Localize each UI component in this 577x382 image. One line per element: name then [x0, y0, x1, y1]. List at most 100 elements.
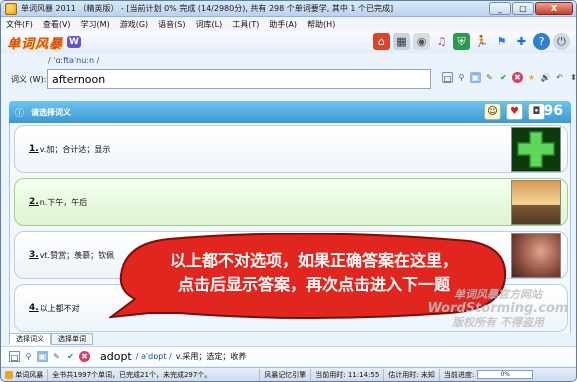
title-bar[interactable]: 单词风暴 2011 （精英版） - [当前计划 0% 完成 (14/2980分)…	[1, 1, 576, 17]
status-app-name: 单词风暴	[15, 370, 44, 379]
power-icon[interactable]: ⏻	[553, 33, 570, 50]
music-icon[interactable]: ♫	[433, 33, 450, 50]
option-text: v.加；合计达；显示	[39, 144, 111, 154]
current-definition: v.采用；选定；收养	[175, 352, 247, 361]
puzzle-icon[interactable]: ✚	[513, 33, 530, 50]
status-engine: 风暴记忆引擎	[260, 368, 312, 381]
menu-library[interactable]: 词库(L)	[191, 19, 228, 30]
menu-bar: 文件(F) 查看(V) 学习(M) 游戏(G) 语音(S) 词库(L) 工具(T…	[1, 18, 576, 31]
runner-icon[interactable]: 🏃	[473, 33, 490, 50]
current-word-bar: □ ⚲ ▣ ✎ ✔ ✖ adopt / əˈdɒpt / v.采用；选定；收养	[1, 346, 576, 366]
image-icon[interactable]: ▣	[470, 72, 481, 83]
option-text: n.下午，午后	[39, 197, 88, 207]
note-icon[interactable]: □	[442, 72, 453, 83]
shield-icon[interactable]: ⛨	[453, 33, 470, 50]
app-icon	[5, 370, 13, 379]
speaker-icon[interactable]: 🔊	[540, 72, 551, 83]
delete-icon[interactable]: ✖	[512, 72, 523, 83]
star-icon[interactable]: ★	[526, 72, 537, 83]
main-toolbar: ⌂ ▦ ◉ ♫ ⛨ 🏃 ⚑ ✚ ? ⏻	[373, 33, 570, 50]
check-icon[interactable]: ✔	[498, 72, 509, 83]
watermark-line-1: 单词风暴官方网站	[454, 288, 542, 301]
panel-title: 请选择词义	[31, 107, 71, 117]
search-icon[interactable]: ⚲	[23, 351, 34, 362]
edit-icon[interactable]: ✎	[484, 72, 495, 83]
status-bar: 单词风暴 全书共1997个单词，已完成21个，未完成297个。 风暴记忆引擎 当…	[1, 367, 576, 381]
flag-icon[interactable]: ⚑	[493, 33, 510, 50]
logo-badge: W	[67, 36, 82, 48]
check-icon[interactable]: ✔	[65, 351, 76, 362]
current-phonetic: / əˈdɒpt /	[135, 352, 172, 361]
question-panel-header: ⓘ 请选择词义 ☺ ♥ ◘ 96	[9, 101, 571, 123]
app-window: 单词风暴 2011 （精英版） - [当前计划 0% 完成 (14/2980分)…	[0, 0, 577, 382]
option-number: 3.	[29, 250, 39, 260]
edit-icon[interactable]: ✎	[51, 351, 62, 362]
watermark-line-2: WordStorming.com	[427, 301, 569, 316]
menu-view[interactable]: 查看(V)	[38, 19, 76, 30]
menu-assistant[interactable]: 助手(A)	[264, 19, 302, 30]
callout-line-1: 以上都不对选项，如果正确答案在这里，	[169, 251, 458, 270]
status-library: 全书共1997个单词，已完成21个，未完成297个。	[48, 368, 261, 381]
word-label: 词义 (W):	[11, 74, 47, 84]
estimate-value: 未知	[420, 370, 435, 379]
menu-file[interactable]: 文件(F)	[1, 19, 38, 30]
option-1[interactable]: 1. v.加；合计达；显示	[14, 125, 568, 173]
option-number: 1.	[29, 144, 39, 154]
option-image	[511, 127, 561, 172]
info-icon: ⓘ	[15, 109, 25, 119]
minimize-button[interactable]: _	[489, 2, 511, 15]
option-text: vt.赞赏；羡慕；钦佩	[39, 250, 115, 260]
word-input[interactable]	[47, 69, 431, 89]
help-icon[interactable]: ?	[533, 33, 550, 50]
menu-tools[interactable]: 工具(T)	[227, 19, 264, 30]
menu-voice[interactable]: 语音(S)	[153, 19, 190, 30]
brand-toolbar: 单词风暴 W ⌂ ▦ ◉ ♫ ⛨ 🏃 ⚑ ✚ ? ⏻	[1, 31, 576, 53]
image-icon[interactable]: ▣	[37, 351, 48, 362]
app-icon	[5, 2, 17, 15]
option-image	[511, 180, 561, 225]
status-estimate: 估计用时: 未知	[384, 368, 440, 381]
menu-game[interactable]: 游戏(G)	[115, 19, 153, 30]
mode-tabs: 选择词义 选择单词	[9, 333, 93, 345]
progress-label: 当前进度:	[443, 370, 475, 379]
option-number: 2.	[29, 197, 39, 207]
heart-icon[interactable]: ♥	[506, 103, 523, 120]
maximize-button[interactable]: □	[512, 2, 534, 15]
pin-icon[interactable]: ⬍	[568, 72, 576, 83]
menu-help[interactable]: 帮助(H)	[302, 19, 340, 30]
close-button[interactable]: X	[535, 2, 573, 15]
audio-icon[interactable]: ◘	[528, 103, 545, 120]
disc-icon[interactable]: ◉	[413, 33, 430, 50]
window-controls: _ □ X	[489, 2, 573, 15]
watermark-line-3: 版权所有 不得盗用	[452, 316, 544, 329]
watermark: 单词风暴官方网站 WordStorming.com 版权所有 不得盗用	[423, 288, 573, 330]
status-current-time: 当前用时: 11:14:55	[311, 368, 385, 381]
current-time-value: 11:14:55	[347, 370, 380, 379]
status-progress: 当前进度: 0%	[440, 369, 537, 381]
option-image	[511, 233, 561, 278]
word-phonetic: / ˈɑːftəˈnuːn /	[48, 56, 100, 65]
calendar-icon[interactable]: ▦	[393, 33, 410, 50]
current-time-label: 当前用时:	[315, 370, 346, 379]
note-icon[interactable]: □	[9, 351, 20, 362]
word-actions: □ ⚲ ▣ ✎ ✔ ✖ ★ 🔊 ↶ ⬍	[442, 72, 576, 83]
option-number: 4.	[29, 303, 39, 313]
window-title: 单词风暴 2011 （精英版） - [当前计划 0% 完成 (14/2980分)…	[21, 4, 394, 13]
tab-choose-meaning[interactable]: 选择词义	[9, 333, 51, 345]
score-counter: 96	[543, 103, 563, 119]
option-2[interactable]: 2. n.下午，午后	[14, 178, 568, 226]
home-icon[interactable]: ⌂	[373, 33, 390, 50]
estimate-label: 估计用时:	[388, 370, 419, 379]
search-icon[interactable]: ⚲	[456, 72, 467, 83]
menu-study[interactable]: 学习(M)	[76, 19, 115, 30]
current-word: adopt	[100, 350, 132, 363]
progress-bar: 0%	[477, 370, 534, 379]
delete-icon[interactable]: ✖	[79, 351, 90, 362]
status-app: 单词风暴	[1, 368, 49, 381]
tab-choose-word[interactable]: 选择单词	[51, 333, 93, 345]
app-logo: 单词风暴	[7, 36, 64, 52]
option-text: 以上都不对	[39, 303, 80, 313]
undo-icon[interactable]: ↶	[554, 72, 565, 83]
smile-icon[interactable]: ☺	[484, 103, 501, 120]
word-row: 词义 (W): □ ⚲ ▣ ✎ ✔ ✖ ★ 🔊 ↶ ⬍	[1, 67, 576, 91]
